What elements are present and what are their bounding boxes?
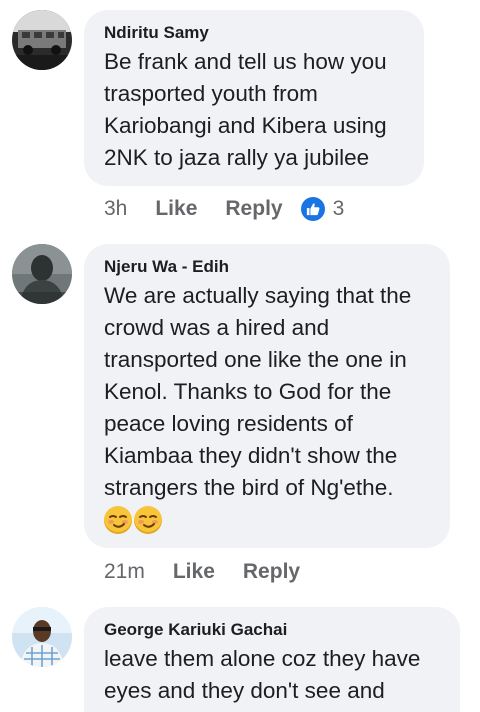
comment-bubble: George Kariuki Gachai leave them alone c… (84, 607, 460, 712)
comment-actions: 21m Like Reply (104, 560, 328, 584)
reaction-summary[interactable]: 3 (300, 197, 345, 221)
emoji-row (104, 506, 430, 534)
comments-thread: Ndiritu Samy Be frank and tell us how yo… (0, 0, 480, 712)
avatar-vehicle-photo (12, 10, 72, 70)
reply-button[interactable]: Reply (225, 197, 282, 221)
smirking-face-icon (104, 506, 132, 534)
comment-text: leave them alone coz they have eyes and … (104, 646, 421, 703)
comment-author[interactable]: George Kariuki Gachai (104, 619, 440, 641)
reaction-count: 3 (332, 197, 345, 220)
reply-button[interactable]: Reply (243, 560, 300, 584)
comment-bubble: Njeru Wa - Edih We are actually saying t… (84, 244, 450, 548)
comment-timestamp[interactable]: 3h (104, 197, 127, 221)
like-button[interactable]: Like (155, 197, 197, 221)
smirking-face-icon (134, 506, 162, 534)
comment-text: We are actually saying that the crowd wa… (104, 283, 412, 500)
comment-author[interactable]: Njeru Wa - Edih (104, 256, 430, 278)
avatar-person-photo (12, 244, 72, 304)
comment-author[interactable]: Ndiritu Samy (104, 22, 404, 44)
comment-timestamp[interactable]: 21m (104, 560, 145, 584)
comment-bubble: Ndiritu Samy Be frank and tell us how yo… (84, 10, 424, 186)
comment-text: Be frank and tell us how you trasported … (104, 49, 387, 170)
comment-actions: 3h Like Reply 3 (104, 197, 344, 221)
avatar[interactable] (12, 607, 72, 667)
like-button[interactable]: Like (173, 560, 215, 584)
like-icon (300, 197, 325, 221)
avatar-person-photo (12, 607, 72, 667)
avatar[interactable] (12, 10, 72, 70)
avatar[interactable] (12, 244, 72, 304)
